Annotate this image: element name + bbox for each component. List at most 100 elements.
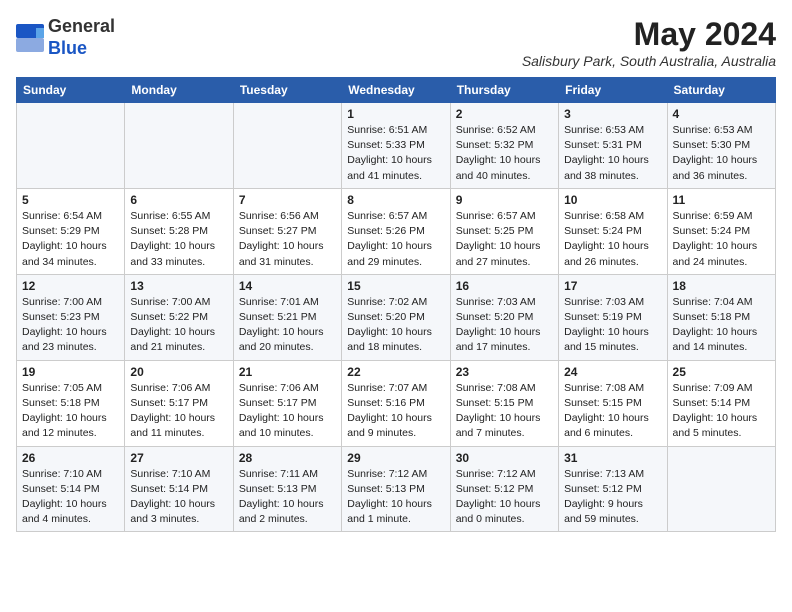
- day-info: Sunrise: 6:51 AMSunset: 5:33 PMDaylight:…: [347, 123, 444, 184]
- day-number: 2: [456, 107, 553, 121]
- day-number: 8: [347, 193, 444, 207]
- day-number: 26: [22, 451, 119, 465]
- calendar-cell: [667, 446, 775, 532]
- day-number: 17: [564, 279, 661, 293]
- day-info: Sunrise: 6:55 AMSunset: 5:28 PMDaylight:…: [130, 209, 227, 270]
- calendar-cell: 8 Sunrise: 6:57 AMSunset: 5:26 PMDaylight…: [342, 188, 450, 274]
- calendar-cell: 5 Sunrise: 6:54 AMSunset: 5:29 PMDaylight…: [17, 188, 125, 274]
- calendar-cell: 19 Sunrise: 7:05 AMSunset: 5:18 PMDayligh…: [17, 360, 125, 446]
- logo-blue: Blue: [48, 38, 87, 58]
- day-number: 11: [673, 193, 770, 207]
- calendar-cell: 23 Sunrise: 7:08 AMSunset: 5:15 PMDayligh…: [450, 360, 558, 446]
- day-number: 3: [564, 107, 661, 121]
- day-number: 29: [347, 451, 444, 465]
- calendar-cell: 22 Sunrise: 7:07 AMSunset: 5:16 PMDayligh…: [342, 360, 450, 446]
- day-info: Sunrise: 7:02 AMSunset: 5:20 PMDaylight:…: [347, 295, 444, 356]
- calendar-header: SundayMondayTuesdayWednesdayThursdayFrid…: [17, 78, 776, 103]
- calendar-week-1: 1 Sunrise: 6:51 AMSunset: 5:33 PMDaylight…: [17, 103, 776, 189]
- calendar-cell: [125, 103, 233, 189]
- calendar-cell: 29 Sunrise: 7:12 AMSunset: 5:13 PMDayligh…: [342, 446, 450, 532]
- day-info: Sunrise: 7:09 AMSunset: 5:14 PMDaylight:…: [673, 381, 770, 442]
- calendar-table: SundayMondayTuesdayWednesdayThursdayFrid…: [16, 77, 776, 532]
- day-info: Sunrise: 6:56 AMSunset: 5:27 PMDaylight:…: [239, 209, 336, 270]
- day-info: Sunrise: 7:12 AMSunset: 5:12 PMDaylight:…: [456, 467, 553, 528]
- day-info: Sunrise: 7:03 AMSunset: 5:20 PMDaylight:…: [456, 295, 553, 356]
- calendar-cell: 1 Sunrise: 6:51 AMSunset: 5:33 PMDaylight…: [342, 103, 450, 189]
- calendar-cell: 20 Sunrise: 7:06 AMSunset: 5:17 PMDayligh…: [125, 360, 233, 446]
- calendar-cell: 12 Sunrise: 7:00 AMSunset: 5:23 PMDayligh…: [17, 274, 125, 360]
- weekday-saturday: Saturday: [667, 78, 775, 103]
- day-number: 15: [347, 279, 444, 293]
- day-info: Sunrise: 7:00 AMSunset: 5:22 PMDaylight:…: [130, 295, 227, 356]
- day-info: Sunrise: 7:10 AMSunset: 5:14 PMDaylight:…: [22, 467, 119, 528]
- day-number: 23: [456, 365, 553, 379]
- calendar-cell: 4Sunrise: 6:53 AMSunset: 5:30 PMDaylight…: [667, 103, 775, 189]
- calendar-cell: 9Sunrise: 6:57 AMSunset: 5:25 PMDaylight…: [450, 188, 558, 274]
- day-number: 10: [564, 193, 661, 207]
- weekday-thursday: Thursday: [450, 78, 558, 103]
- calendar-cell: 13 Sunrise: 7:00 AMSunset: 5:22 PMDayligh…: [125, 274, 233, 360]
- calendar-cell: 11 Sunrise: 6:59 AMSunset: 5:24 PMDayligh…: [667, 188, 775, 274]
- day-number: 19: [22, 365, 119, 379]
- weekday-wednesday: Wednesday: [342, 78, 450, 103]
- day-info: Sunrise: 6:52 AMSunset: 5:32 PMDaylight:…: [456, 123, 553, 184]
- day-info: Sunrise: 7:04 AMSunset: 5:18 PMDaylight:…: [673, 295, 770, 356]
- day-info: Sunrise: 7:00 AMSunset: 5:23 PMDaylight:…: [22, 295, 119, 356]
- month-title: May 2024: [522, 16, 776, 53]
- day-number: 13: [130, 279, 227, 293]
- calendar-cell: 10Sunrise: 6:58 AMSunset: 5:24 PMDayligh…: [559, 188, 667, 274]
- day-number: 28: [239, 451, 336, 465]
- day-number: 4: [673, 107, 770, 121]
- day-info: Sunrise: 6:57 AMSunset: 5:25 PMDaylight:…: [456, 209, 553, 270]
- logo: General Blue: [16, 16, 115, 59]
- day-number: 20: [130, 365, 227, 379]
- day-info: Sunrise: 6:54 AMSunset: 5:29 PMDaylight:…: [22, 209, 119, 270]
- day-number: 22: [347, 365, 444, 379]
- calendar-cell: 21 Sunrise: 7:06 AMSunset: 5:17 PMDayligh…: [233, 360, 341, 446]
- calendar-cell: 14 Sunrise: 7:01 AMSunset: 5:21 PMDayligh…: [233, 274, 341, 360]
- day-number: 12: [22, 279, 119, 293]
- day-info: Sunrise: 7:08 AMSunset: 5:15 PMDaylight:…: [456, 381, 553, 442]
- day-number: 21: [239, 365, 336, 379]
- day-info: Sunrise: 7:01 AMSunset: 5:21 PMDaylight:…: [239, 295, 336, 356]
- weekday-sunday: Sunday: [17, 78, 125, 103]
- calendar-cell: 27 Sunrise: 7:10 AMSunset: 5:14 PMDayligh…: [125, 446, 233, 532]
- day-number: 27: [130, 451, 227, 465]
- calendar-cell: 2 Sunrise: 6:52 AMSunset: 5:32 PMDaylight…: [450, 103, 558, 189]
- day-info: Sunrise: 6:57 AMSunset: 5:26 PMDaylight:…: [347, 209, 444, 270]
- calendar-body: 1 Sunrise: 6:51 AMSunset: 5:33 PMDaylight…: [17, 103, 776, 532]
- calendar-week-2: 5 Sunrise: 6:54 AMSunset: 5:29 PMDaylight…: [17, 188, 776, 274]
- logo-text: General Blue: [48, 16, 115, 59]
- day-number: 5: [22, 193, 119, 207]
- calendar-cell: [233, 103, 341, 189]
- day-info: Sunrise: 7:10 AMSunset: 5:14 PMDaylight:…: [130, 467, 227, 528]
- calendar-cell: 3Sunrise: 6:53 AMSunset: 5:31 PMDaylight…: [559, 103, 667, 189]
- calendar-cell: 17 Sunrise: 7:03 AMSunset: 5:19 PMDayligh…: [559, 274, 667, 360]
- calendar-week-4: 19 Sunrise: 7:05 AMSunset: 5:18 PMDayligh…: [17, 360, 776, 446]
- calendar-cell: 31Sunrise: 7:13 AMSunset: 5:12 PMDayligh…: [559, 446, 667, 532]
- day-info: Sunrise: 7:06 AMSunset: 5:17 PMDaylight:…: [130, 381, 227, 442]
- calendar-cell: 28 Sunrise: 7:11 AMSunset: 5:13 PMDayligh…: [233, 446, 341, 532]
- weekday-tuesday: Tuesday: [233, 78, 341, 103]
- calendar-cell: 26 Sunrise: 7:10 AMSunset: 5:14 PMDayligh…: [17, 446, 125, 532]
- day-info: Sunrise: 6:59 AMSunset: 5:24 PMDaylight:…: [673, 209, 770, 270]
- day-number: 1: [347, 107, 444, 121]
- weekday-monday: Monday: [125, 78, 233, 103]
- day-info: Sunrise: 7:05 AMSunset: 5:18 PMDaylight:…: [22, 381, 119, 442]
- day-info: Sunrise: 7:12 AMSunset: 5:13 PMDaylight:…: [347, 467, 444, 528]
- page-header: General Blue May 2024 Salisbury Park, So…: [16, 16, 776, 69]
- day-number: 6: [130, 193, 227, 207]
- calendar-cell: [17, 103, 125, 189]
- day-info: Sunrise: 7:06 AMSunset: 5:17 PMDaylight:…: [239, 381, 336, 442]
- day-number: 18: [673, 279, 770, 293]
- day-number: 16: [456, 279, 553, 293]
- calendar-cell: 24Sunrise: 7:08 AMSunset: 5:15 PMDayligh…: [559, 360, 667, 446]
- day-number: 31: [564, 451, 661, 465]
- calendar-cell: 16 Sunrise: 7:03 AMSunset: 5:20 PMDayligh…: [450, 274, 558, 360]
- calendar-cell: 30Sunrise: 7:12 AMSunset: 5:12 PMDayligh…: [450, 446, 558, 532]
- day-info: Sunrise: 7:11 AMSunset: 5:13 PMDaylight:…: [239, 467, 336, 528]
- calendar-cell: 25Sunrise: 7:09 AMSunset: 5:14 PMDayligh…: [667, 360, 775, 446]
- day-info: Sunrise: 7:07 AMSunset: 5:16 PMDaylight:…: [347, 381, 444, 442]
- day-info: Sunrise: 7:03 AMSunset: 5:19 PMDaylight:…: [564, 295, 661, 356]
- day-number: 14: [239, 279, 336, 293]
